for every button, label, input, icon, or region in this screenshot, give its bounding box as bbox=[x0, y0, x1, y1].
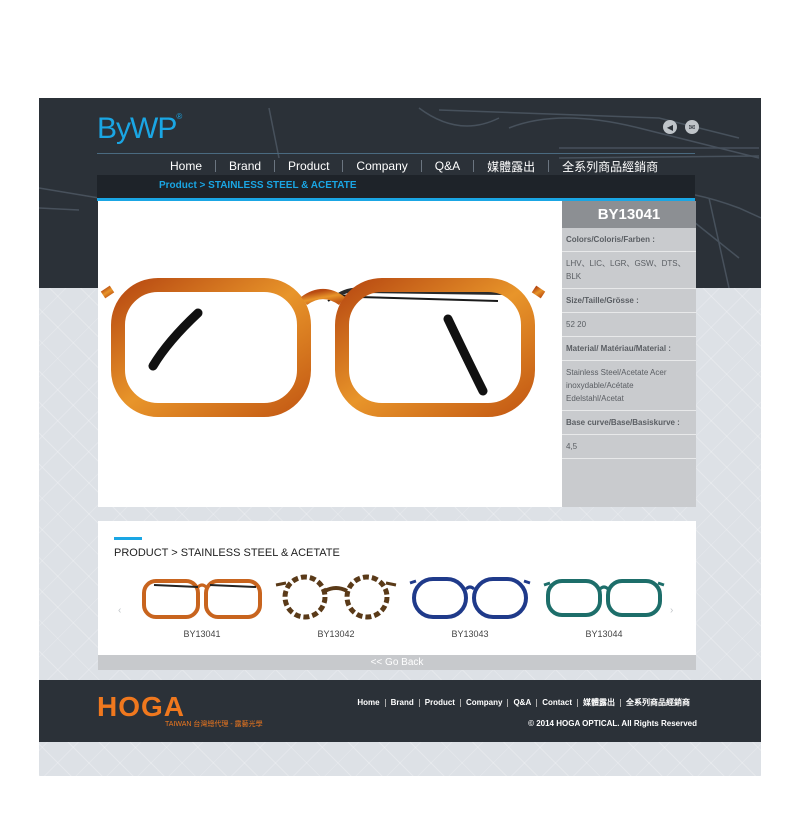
nav-home[interactable]: Home bbox=[157, 159, 215, 173]
material-label: Material/ Matériau/Material : bbox=[562, 337, 696, 361]
footer-nav-brand[interactable]: Brand bbox=[386, 698, 419, 707]
product-main-image bbox=[98, 201, 562, 507]
nav-media[interactable]: 媒體露出 bbox=[474, 158, 548, 175]
product-thumb-label: BY13044 bbox=[585, 629, 623, 639]
product-thumb-label: BY13041 bbox=[183, 629, 221, 639]
product-thumb-label: BY13042 bbox=[317, 629, 355, 639]
go-back-link[interactable]: << Go Back bbox=[98, 655, 696, 670]
header-icons: ◀ ✉ bbox=[663, 120, 699, 134]
bywp-logo[interactable]: ByWP® bbox=[97, 112, 182, 146]
footer-nav-company[interactable]: Company bbox=[461, 698, 507, 707]
product-thumb-4[interactable]: BY13044 bbox=[542, 573, 666, 639]
footer-nav: Home Brand Product Company Q&A Contact 媒… bbox=[352, 697, 695, 708]
footer: HOGA TAIWAN 台灣總代理 - 露藝光學 Home Brand Prod… bbox=[39, 680, 761, 742]
glasses-thumb-image bbox=[543, 579, 665, 617]
glasses-thumb-image bbox=[409, 577, 531, 619]
product-thumb-2[interactable]: BY13042 bbox=[274, 573, 398, 639]
speaker-icon[interactable]: ◀ bbox=[663, 120, 677, 134]
footer-nav-home[interactable]: Home bbox=[352, 698, 384, 707]
breadcrumb-text[interactable]: Product > STAINLESS STEEL & ACETATE bbox=[159, 180, 357, 191]
product-thumb-1[interactable]: BY13041 bbox=[140, 573, 264, 639]
hoga-subtitle: TAIWAN 台灣總代理 - 露藝光學 bbox=[165, 721, 263, 728]
base-curve-value: 4,5 bbox=[562, 435, 696, 459]
model-number: BY13041 bbox=[562, 201, 696, 228]
carousel-next-icon[interactable]: › bbox=[670, 605, 673, 616]
footer-nav-dealers[interactable]: 全系列商品經銷商 bbox=[621, 697, 695, 708]
glasses-thumb-image bbox=[275, 574, 397, 620]
nav-brand[interactable]: Brand bbox=[216, 159, 274, 173]
breadcrumb: Product > STAINLESS STEEL & ACETATE bbox=[97, 175, 695, 201]
product-detail-panel: BY13041 Colors/Coloris/Farben : LHV、LIC、… bbox=[562, 201, 696, 507]
footer-nav-qa[interactable]: Q&A bbox=[508, 698, 536, 707]
product-thumb-label: BY13043 bbox=[451, 629, 489, 639]
header-divider bbox=[97, 153, 695, 154]
mail-icon[interactable]: ✉ bbox=[685, 120, 699, 134]
footer-nav-contact[interactable]: Contact bbox=[537, 698, 577, 707]
product-thumb-3[interactable]: BY13043 bbox=[408, 573, 532, 639]
glasses-image bbox=[100, 278, 546, 417]
base-curve-label: Base curve/Base/Basiskurve : bbox=[562, 411, 696, 435]
product-carousel: PRODUCT > STAINLESS STEEL & ACETATE ‹ › … bbox=[98, 521, 696, 655]
section-accent-bar bbox=[114, 537, 142, 540]
carousel-prev-icon[interactable]: ‹ bbox=[118, 605, 121, 616]
glasses-thumb-image bbox=[142, 579, 262, 619]
colors-value: LHV、LIC、LGR、GSW、DTS、BLK bbox=[562, 252, 696, 289]
footer-nav-media[interactable]: 媒體露出 bbox=[578, 697, 620, 708]
nav-qa[interactable]: Q&A bbox=[422, 159, 473, 173]
site-container: ByWP® ◀ ✉ Home Brand Product Company Q&A… bbox=[39, 98, 761, 776]
section-title: PRODUCT > STAINLESS STEEL & ACETATE bbox=[114, 547, 340, 559]
nav-product[interactable]: Product bbox=[275, 159, 342, 173]
footer-nav-product[interactable]: Product bbox=[420, 698, 460, 707]
nav-company[interactable]: Company bbox=[343, 159, 420, 173]
nav-dealers[interactable]: 全系列商品經銷商 bbox=[549, 158, 671, 175]
colors-label: Colors/Coloris/Farben : bbox=[562, 228, 696, 252]
main-nav: Home Brand Product Company Q&A 媒體露出 全系列商… bbox=[157, 155, 671, 177]
material-value: Stainless Steel/Acetate Acer inoxydable/… bbox=[562, 361, 696, 411]
copyright: © 2014 HOGA OPTICAL. All Rights Reserved bbox=[528, 719, 697, 728]
size-value: 52 20 bbox=[562, 313, 696, 337]
size-label: Size/Taille/Grösse : bbox=[562, 289, 696, 313]
